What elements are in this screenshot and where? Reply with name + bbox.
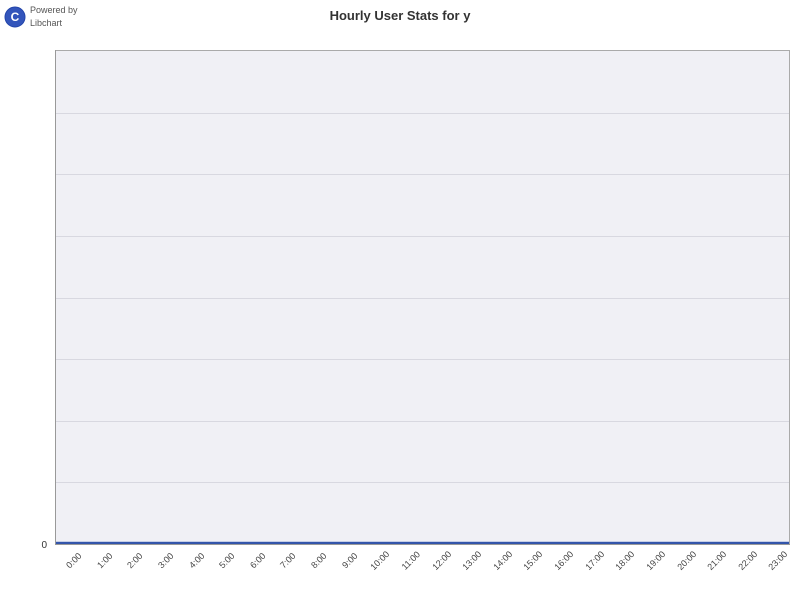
x-axis-label: 16:00 (549, 546, 578, 575)
x-axis: 0:001:002:003:004:005:006:007:008:009:00… (55, 545, 790, 600)
x-axis-label: 8:00 (304, 546, 333, 575)
libchart-logo-icon: C (4, 6, 26, 28)
x-axis-label: 11:00 (396, 546, 425, 575)
x-axis-label: 5:00 (213, 546, 242, 575)
x-axis-label: 23:00 (764, 546, 790, 575)
x-axis-label: 9:00 (335, 546, 364, 575)
y-axis: 0 (0, 50, 55, 545)
x-axis-label: 3:00 (151, 546, 180, 575)
x-axis-label: 19:00 (641, 546, 670, 575)
grid-line (56, 174, 789, 175)
x-axis-label: 18:00 (611, 546, 640, 575)
chart-container: 0 0:001:002:003:004:005:006:007:008:009:… (0, 45, 800, 600)
x-axis-label: 14:00 (488, 546, 517, 575)
y-axis-line (55, 50, 56, 545)
x-axis-label: 10:00 (366, 546, 395, 575)
x-axis-label: 7:00 (274, 546, 303, 575)
chart-area (55, 50, 790, 545)
x-axis-label: 1:00 (90, 546, 119, 575)
x-axis-label: 13:00 (458, 546, 487, 575)
x-axis-label: 22:00 (733, 546, 762, 575)
y-zero-label: 0 (41, 540, 47, 551)
grid-line (56, 236, 789, 237)
x-axis-label: 20:00 (672, 546, 701, 575)
x-axis-label: 2:00 (121, 546, 150, 575)
chart-title: Hourly User Stats for y (0, 0, 800, 23)
grid-line (56, 482, 789, 483)
x-axis-label: 21:00 (703, 546, 732, 575)
x-axis-label: 12:00 (427, 546, 456, 575)
grid-line (56, 359, 789, 360)
grid-line (56, 113, 789, 114)
grid-line (56, 421, 789, 422)
x-axis-label: 6:00 (243, 546, 272, 575)
x-axis-label: 17:00 (580, 546, 609, 575)
powered-by-badge: C Powered by Libchart (4, 4, 78, 29)
powered-by-text: Powered by Libchart (30, 4, 78, 29)
x-axis-label: 15:00 (519, 546, 548, 575)
grid-line (56, 298, 789, 299)
svg-text:C: C (11, 10, 20, 24)
x-axis-label: 4:00 (182, 546, 211, 575)
x-axis-label: 0:00 (59, 546, 88, 575)
